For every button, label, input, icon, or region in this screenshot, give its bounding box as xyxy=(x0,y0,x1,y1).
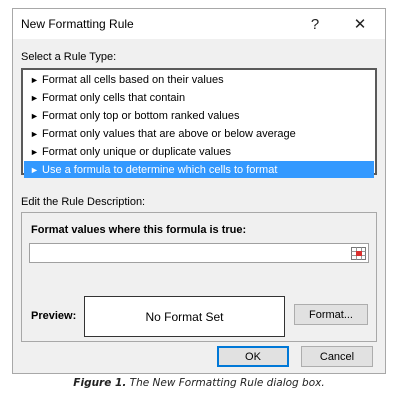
caption-text: The New Formatting Rule dialog box. xyxy=(126,377,325,389)
rule-type-item-label: Format only cells that contain xyxy=(42,92,186,104)
figure-caption: Figure 1. The New Formatting Rule dialog… xyxy=(0,377,398,389)
triangle-right-icon: ► xyxy=(30,111,39,121)
rule-type-item[interactable]: ► Format only cells that contain xyxy=(24,89,374,107)
caption-prefix: Figure 1. xyxy=(73,377,127,389)
triangle-right-icon: ► xyxy=(30,164,39,175)
rule-type-list[interactable]: ► Format all cells based on their values… xyxy=(21,68,377,178)
rule-type-item[interactable]: ► Format only unique or duplicate values xyxy=(24,143,374,161)
preview-label: Preview: xyxy=(31,310,77,322)
format-preview: No Format Set xyxy=(84,296,285,337)
new-formatting-rule-dialog: New Formatting Rule ? ✕ Select a Rule Ty… xyxy=(12,8,386,374)
ok-button[interactable]: OK xyxy=(217,346,289,367)
rule-type-label: Select a Rule Type: xyxy=(21,51,117,63)
rule-type-item[interactable]: ► Format only top or bottom ranked value… xyxy=(24,107,374,125)
rule-type-item-label: Use a formula to determine which cells t… xyxy=(42,163,278,176)
rule-type-item-label: Format only top or bottom ranked values xyxy=(42,110,240,122)
cancel-button[interactable]: Cancel xyxy=(301,346,373,367)
triangle-right-icon: ► xyxy=(30,93,39,103)
formula-input[interactable] xyxy=(29,243,369,263)
dialog-title: New Formatting Rule xyxy=(21,17,134,31)
rule-type-item[interactable]: ► Format all cells based on their values xyxy=(24,71,374,89)
rule-type-item-selected[interactable]: ► Use a formula to determine which cells… xyxy=(24,161,374,178)
formula-label: Format values where this formula is true… xyxy=(31,224,247,236)
rule-description-panel: Format values where this formula is true… xyxy=(21,212,377,342)
preview-text: No Format Set xyxy=(145,309,224,324)
triangle-right-icon: ► xyxy=(30,75,39,85)
range-selector-icon[interactable] xyxy=(350,245,367,261)
rule-type-item-label: Format only values that are above or bel… xyxy=(42,128,296,140)
close-icon[interactable]: ✕ xyxy=(347,11,373,37)
help-icon[interactable]: ? xyxy=(302,11,328,37)
format-button[interactable]: Format... xyxy=(294,304,368,325)
rule-type-item-label: Format only unique or duplicate values xyxy=(42,146,231,158)
rule-type-item[interactable]: ► Format only values that are above or b… xyxy=(24,125,374,143)
rule-type-item-label: Format all cells based on their values xyxy=(42,74,224,86)
triangle-right-icon: ► xyxy=(30,129,39,139)
triangle-right-icon: ► xyxy=(30,147,39,157)
title-bar: New Formatting Rule ? ✕ xyxy=(13,9,385,39)
rule-description-label: Edit the Rule Description: xyxy=(21,196,146,208)
